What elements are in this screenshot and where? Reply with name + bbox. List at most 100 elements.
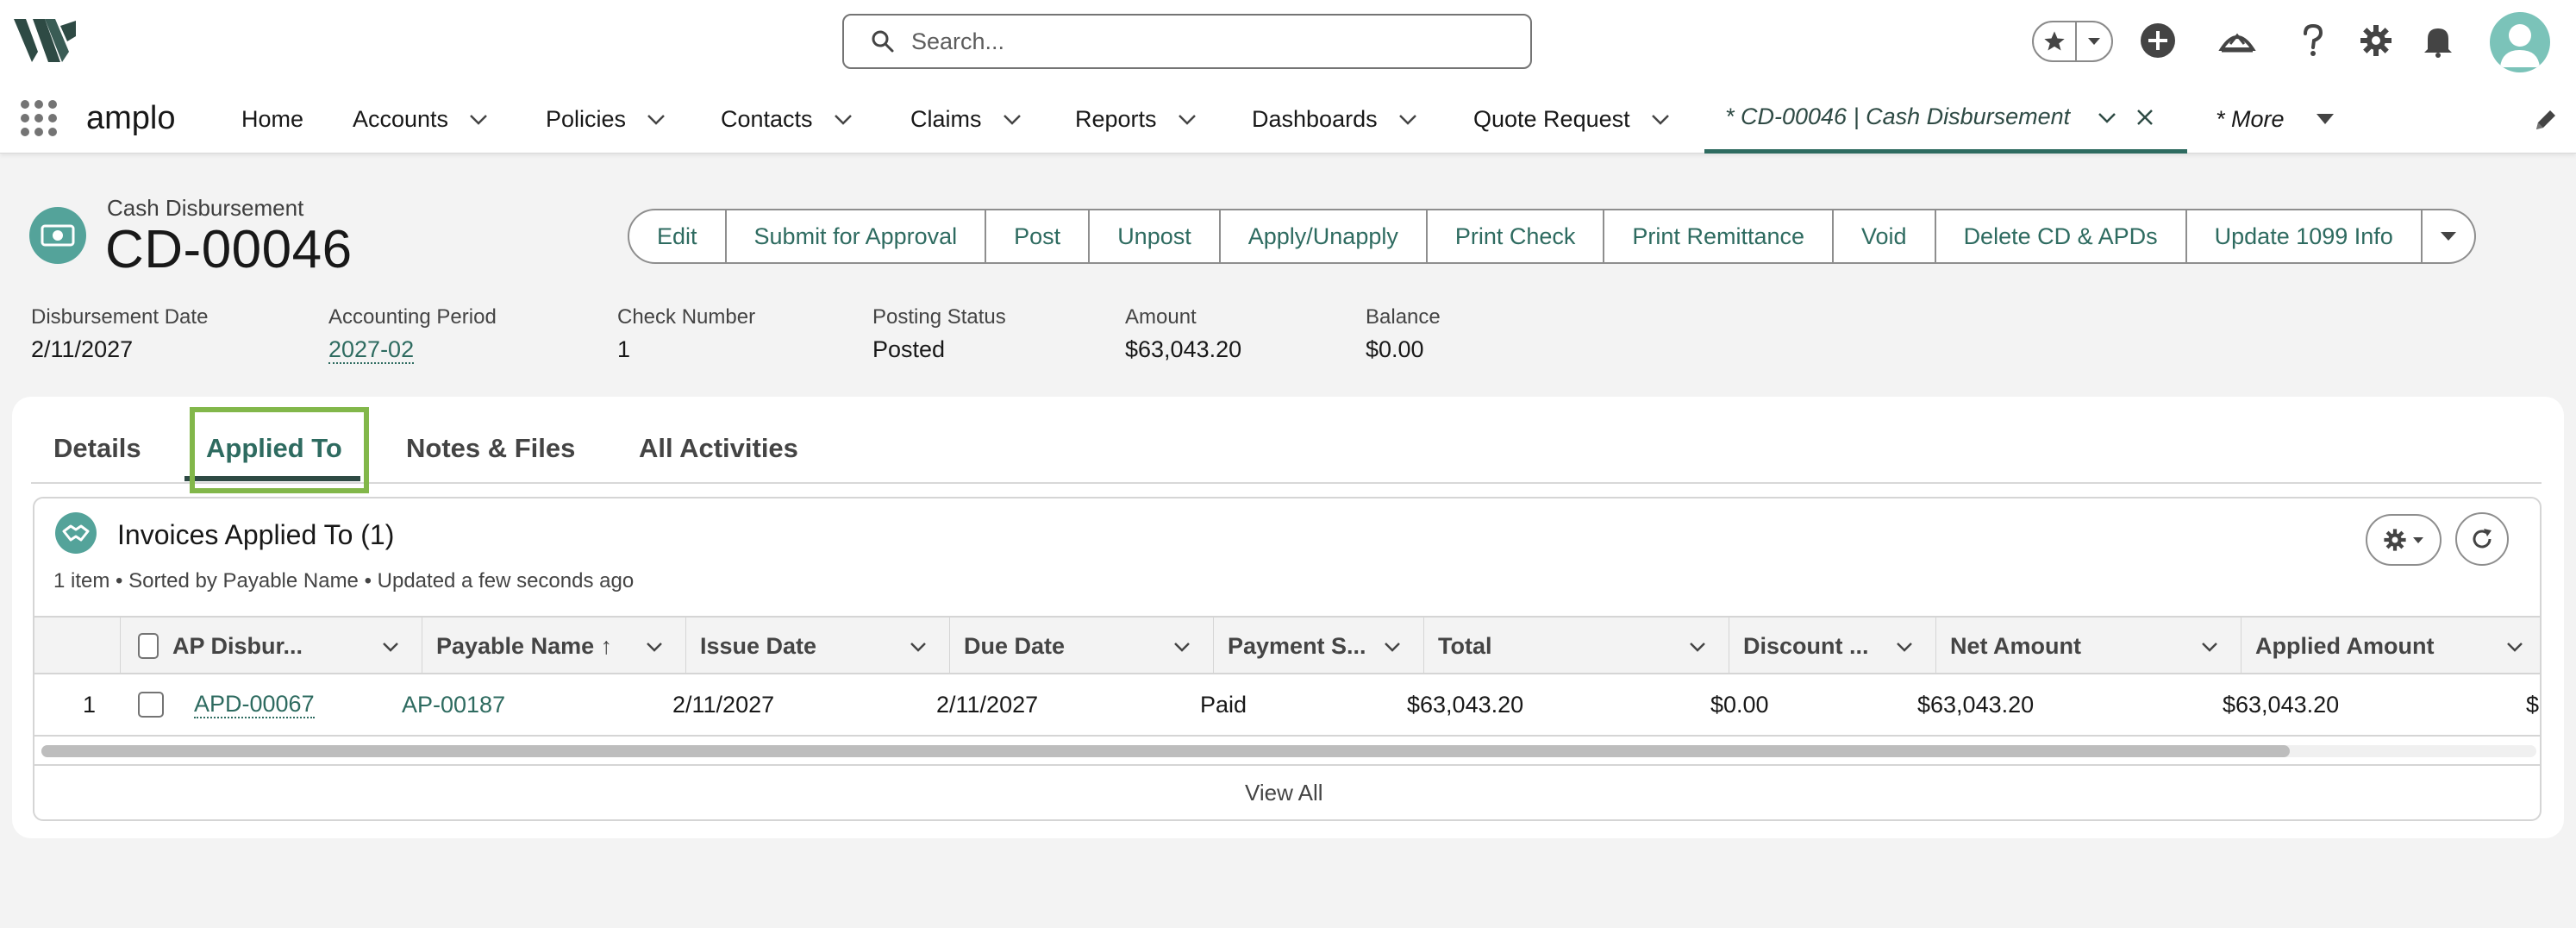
submit-for-approval-button[interactable]: Submit for Approval — [726, 209, 987, 264]
app-launcher-icon[interactable] — [19, 98, 59, 138]
field-label: Check Number — [617, 305, 756, 329]
plus-circle-icon — [2141, 23, 2175, 58]
nav-item-reports[interactable]: Reports — [1075, 85, 1198, 154]
print-check-button[interactable]: Print Check — [1427, 209, 1605, 264]
list-settings-button[interactable] — [2366, 514, 2442, 566]
nav-item-home[interactable]: Home — [241, 85, 303, 154]
refresh-button[interactable] — [2455, 512, 2509, 566]
cell-payment-status: Paid — [1200, 691, 1247, 718]
notifications-button[interactable] — [2418, 21, 2458, 60]
column-label: Net Amount — [1950, 632, 2081, 659]
column-total[interactable]: Total — [1424, 618, 1729, 674]
accounting-period-link[interactable]: 2027-02 — [328, 336, 415, 364]
column-applied-amount[interactable]: Applied Amount — [2241, 618, 2540, 674]
amplo-logo-icon[interactable] — [10, 14, 79, 66]
chevron-down-icon[interactable] — [1649, 108, 1672, 130]
field-accounting-period: Accounting Period 2027-02 — [328, 305, 497, 364]
field-value: $0.00 — [1366, 336, 1424, 362]
column-issue-date[interactable]: Issue Date — [686, 618, 950, 674]
chevron-down-icon[interactable] — [1687, 636, 1708, 657]
print-remittance-button[interactable]: Print Remittance — [1604, 209, 1834, 264]
trailhead-mountain-icon — [2218, 33, 2256, 53]
chevron-down-icon[interactable] — [645, 108, 667, 130]
cell-applied-amount: $63,043.20 — [2223, 691, 2340, 718]
delete-cd-apds-button[interactable]: Delete CD & APDs — [1935, 209, 2187, 264]
favorites-dropdown-button[interactable] — [2077, 22, 2111, 60]
payable-name-link[interactable]: AP-00187 — [402, 674, 505, 735]
more-actions-button[interactable] — [2422, 209, 2476, 264]
edit-nav-pencil-icon[interactable] — [2533, 107, 2559, 133]
field-label: Disbursement Date — [31, 305, 209, 329]
update-1099-info-button[interactable]: Update 1099 Info — [2186, 209, 2423, 264]
row-checkbox[interactable] — [138, 692, 164, 718]
column-net-amount[interactable]: Net Amount — [1936, 618, 2241, 674]
caret-down-icon — [2088, 38, 2100, 45]
unpost-button[interactable]: Unpost — [1090, 209, 1221, 264]
tab-notes-files[interactable]: Notes & Files — [406, 431, 575, 466]
column-payable-name[interactable]: Payable Name ↑ — [422, 618, 686, 674]
caret-down-icon — [2440, 232, 2456, 241]
nav-item-dashboards[interactable]: Dashboards — [1252, 85, 1419, 154]
search-icon — [872, 30, 894, 53]
nav-item-policies[interactable]: Policies — [546, 85, 667, 154]
favorites-group — [2032, 21, 2113, 62]
nav-tab-current-record[interactable]: * CD-00046 | Cash Disbursement — [1704, 85, 2187, 154]
chevron-down-icon[interactable] — [1001, 108, 1023, 130]
close-icon[interactable] — [2135, 108, 2154, 127]
chevron-down-icon[interactable] — [1397, 108, 1419, 130]
table-header-select-all — [121, 618, 159, 674]
tab-details[interactable]: Details — [53, 431, 141, 466]
chevron-down-icon[interactable] — [1894, 636, 1915, 657]
nav-item-claims[interactable]: Claims — [910, 85, 1023, 154]
view-all-link[interactable]: View All — [1245, 780, 1323, 806]
field-check-number: Check Number 1 — [617, 305, 755, 363]
ap-disbursement-link[interactable]: APD-00067 — [194, 674, 315, 735]
column-label: Due Date — [964, 632, 1066, 659]
chevron-down-icon[interactable] — [2096, 106, 2118, 129]
column-discount[interactable]: Discount ... — [1729, 618, 1936, 674]
column-due-date[interactable]: Due Date — [950, 618, 1214, 674]
nav-item-label: Contacts — [721, 105, 813, 132]
field-disbursement-date: Disbursement Date 2/11/2027 — [31, 305, 208, 363]
user-avatar[interactable] — [2490, 12, 2550, 72]
caret-down-icon — [2413, 537, 2423, 543]
column-ap-disbursement[interactable]: AP Disbur... — [159, 618, 422, 674]
app-name: amplo — [86, 100, 176, 136]
favorites-star-button[interactable] — [2034, 22, 2077, 60]
post-button[interactable]: Post — [986, 209, 1091, 264]
chevron-down-icon[interactable] — [2504, 636, 2525, 657]
nav-item-contacts[interactable]: Contacts — [721, 85, 854, 154]
tab-highlight-box — [190, 407, 369, 493]
column-label: Payment S... — [1228, 632, 1366, 659]
search-input[interactable] — [911, 28, 1515, 55]
global-search[interactable] — [842, 14, 1532, 69]
apply-unapply-button[interactable]: Apply/Unapply — [1220, 209, 1428, 264]
chevron-down-icon[interactable] — [467, 108, 490, 130]
chevron-down-icon[interactable] — [644, 636, 665, 657]
column-label: Discount ... — [1743, 632, 1869, 659]
void-button[interactable]: Void — [1834, 209, 1936, 264]
chevron-down-icon[interactable] — [1176, 108, 1198, 130]
help-button[interactable] — [2293, 21, 2333, 60]
edit-button[interactable]: Edit — [628, 209, 727, 264]
chevron-down-icon[interactable] — [832, 108, 854, 130]
horizontal-scrollbar-thumb[interactable] — [41, 745, 2290, 757]
nav-item-quote-request[interactable]: Quote Request — [1473, 85, 1672, 154]
setup-button[interactable] — [2356, 21, 2396, 60]
select-all-checkbox[interactable] — [138, 633, 159, 659]
trailhead-button[interactable] — [2217, 21, 2257, 60]
related-list-title[interactable]: Invoices Applied To (1) — [117, 519, 394, 551]
nav-more-menu[interactable]: * More — [2216, 85, 2335, 154]
chevron-down-icon[interactable] — [380, 636, 401, 657]
chevron-down-icon[interactable] — [1172, 636, 1192, 657]
global-actions-button[interactable] — [2138, 21, 2178, 60]
chevron-down-icon[interactable] — [2199, 636, 2220, 657]
nav-item-label: Home — [241, 105, 304, 132]
row-number: 1 — [83, 691, 97, 718]
column-payment-status[interactable]: Payment S... — [1214, 618, 1424, 674]
nav-item-accounts[interactable]: Accounts — [353, 85, 490, 154]
related-list-table: AP Disbur... Payable Name ↑ Issue Date D… — [34, 616, 2540, 762]
chevron-down-icon[interactable] — [908, 636, 928, 657]
chevron-down-icon[interactable] — [1382, 636, 1403, 657]
tab-all-activities[interactable]: All Activities — [639, 431, 798, 466]
